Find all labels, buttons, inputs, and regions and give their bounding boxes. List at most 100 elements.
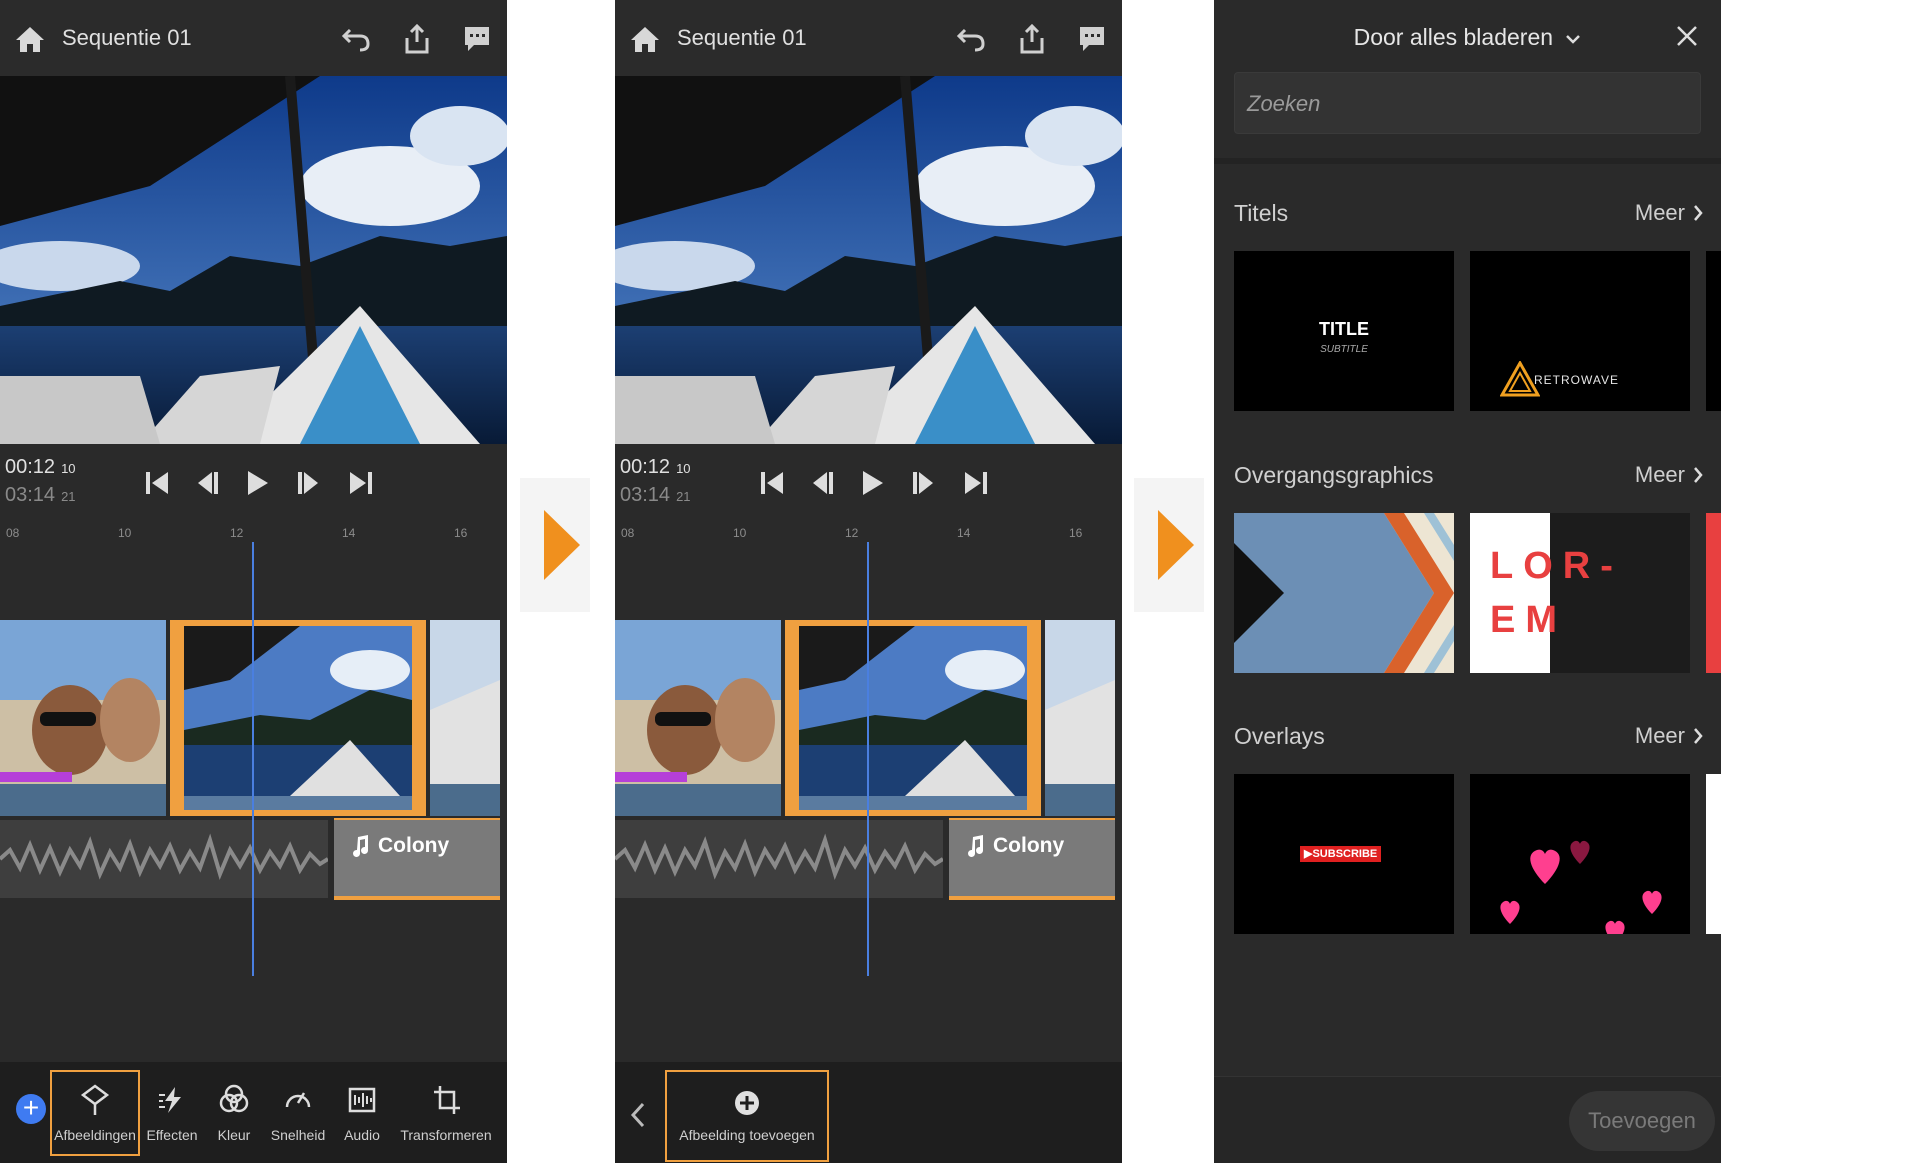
- thumb-lorem-line2: EM: [1490, 599, 1567, 641]
- more-link-overlays[interactable]: Meer: [1635, 723, 1703, 749]
- skip-end-icon[interactable]: [344, 466, 378, 500]
- sequence-title: Sequentie 01: [62, 25, 192, 50]
- tool-color[interactable]: Kleur: [208, 1070, 260, 1156]
- skip-start-icon[interactable]: [755, 466, 789, 500]
- skip-end-icon[interactable]: [959, 466, 993, 500]
- step-forward-icon[interactable]: [907, 466, 941, 500]
- music-title: Colony: [993, 834, 1065, 857]
- music-clip[interactable]: Colony: [949, 818, 1115, 900]
- total-time: 03:14: [620, 484, 671, 506]
- thumb-transition-chevron[interactable]: [1234, 513, 1454, 673]
- tool-images[interactable]: Afbeeldingen: [50, 1070, 140, 1156]
- subscribe-badge: ▶SUBSCRIBE: [1300, 846, 1382, 862]
- browse-dropdown[interactable]: Door alles bladeren: [1214, 24, 1721, 51]
- thumb-overlay-subscribe[interactable]: ▶SUBSCRIBE: [1234, 774, 1454, 934]
- total-frame: 21: [61, 489, 76, 504]
- music-note-icon: [353, 835, 369, 857]
- add-media-button[interactable]: +: [16, 1094, 46, 1124]
- video-clip-next[interactable]: [430, 620, 500, 816]
- undo-icon[interactable]: [340, 22, 374, 56]
- section-title-transitions: Overgangsgraphics: [1234, 462, 1434, 488]
- video-clip-next[interactable]: [1045, 620, 1115, 816]
- browse-panel: Door alles bladeren Zoeken Titels Meer T…: [1214, 0, 1721, 1163]
- tool-transform[interactable]: Transformeren: [396, 1070, 496, 1156]
- home-icon[interactable]: [629, 24, 661, 54]
- audio-waveform-lane[interactable]: [0, 820, 328, 898]
- back-chevron-icon[interactable]: [629, 1100, 647, 1130]
- video-clip-boat-selected[interactable]: [170, 620, 426, 816]
- total-timecode: 03:14 21: [5, 484, 76, 507]
- thumb-overlay-hearts[interactable]: [1470, 774, 1690, 934]
- total-timecode: 03:14 21: [620, 484, 691, 507]
- video-clip-boat-selected[interactable]: [785, 620, 1041, 816]
- tool-bar: Afbeelding toevoegen: [615, 1062, 1122, 1163]
- add-image-label: Afbeelding toevoegen: [679, 1127, 815, 1143]
- ruler-tick: 12: [845, 526, 859, 540]
- thumb-title-text: TITLE: [1319, 319, 1369, 339]
- ruler-tick: 14: [957, 526, 971, 540]
- close-icon[interactable]: [1673, 22, 1701, 50]
- step-forward-icon[interactable]: [292, 466, 326, 500]
- top-bar: Sequentie 01: [615, 0, 1122, 76]
- feedback-icon[interactable]: [460, 22, 494, 56]
- video-clip-selfie[interactable]: [0, 620, 166, 816]
- top-bar: Sequentie 01: [0, 0, 507, 76]
- add-image-button[interactable]: Afbeelding toevoegen: [665, 1070, 829, 1162]
- images-icon: [80, 1084, 110, 1115]
- thumb-retrowave-text: RETROWAVE: [1534, 373, 1620, 387]
- audio-waveform-lane[interactable]: [615, 820, 943, 898]
- share-icon[interactable]: [400, 22, 434, 56]
- chevron-right-icon: [1694, 467, 1703, 483]
- add-button[interactable]: Toevoegen: [1569, 1091, 1715, 1151]
- sequence-title: Sequentie 01: [677, 25, 807, 50]
- play-icon[interactable]: [855, 466, 889, 500]
- share-icon[interactable]: [1015, 22, 1049, 56]
- skip-start-icon[interactable]: [140, 466, 174, 500]
- step-arrow-icon: [520, 478, 590, 612]
- total-frame: 21: [676, 489, 691, 504]
- thumb-overlay-partial[interactable]: [1706, 774, 1721, 934]
- ruler-tick: 16: [1069, 526, 1083, 540]
- search-input[interactable]: Zoeken: [1234, 72, 1701, 134]
- video-preview[interactable]: [0, 76, 507, 444]
- thumb-title-basic[interactable]: TITLE SUBTITLE: [1234, 251, 1454, 411]
- step-back-icon[interactable]: [190, 466, 224, 500]
- more-label: Meer: [1634, 200, 1685, 225]
- total-time: 03:14: [5, 484, 56, 506]
- play-icon[interactable]: [240, 466, 274, 500]
- chevron-down-icon: [1566, 35, 1581, 44]
- ruler-tick: 08: [6, 526, 20, 540]
- ruler-tick: 08: [621, 526, 635, 540]
- more-label: Meer: [1634, 462, 1685, 487]
- video-clip-selfie[interactable]: [615, 620, 781, 816]
- hearts-icon: [1500, 840, 1662, 934]
- tool-speed[interactable]: Snelheid: [266, 1070, 330, 1156]
- editor-screen-1: Sequentie 01 00:12 10 03:14 21 08 10 12 …: [0, 0, 507, 1163]
- feedback-icon[interactable]: [1075, 22, 1109, 56]
- current-frame: 10: [61, 461, 76, 476]
- thumb-title-retrowave[interactable]: RETROWAVE: [1470, 251, 1690, 411]
- panel-title: Door alles bladeren: [1353, 24, 1554, 50]
- thumb-title-partial[interactable]: [1706, 251, 1721, 411]
- undo-icon[interactable]: [955, 22, 989, 56]
- thumb-lorem-line1: LOR-: [1490, 545, 1623, 587]
- playhead[interactable]: [867, 542, 869, 976]
- music-note-icon: [968, 835, 984, 857]
- tool-label: Transformeren: [400, 1127, 492, 1143]
- panel-header: Door alles bladeren: [1214, 0, 1721, 78]
- playhead[interactable]: [252, 542, 254, 976]
- home-icon[interactable]: [14, 24, 46, 54]
- more-link-titles[interactable]: Meer: [1635, 200, 1703, 226]
- thumb-transition-partial[interactable]: [1706, 513, 1721, 673]
- more-link-transitions[interactable]: Meer: [1635, 462, 1703, 488]
- thumb-transition-lorem[interactable]: LOR- EM: [1470, 513, 1690, 673]
- step-back-icon[interactable]: [805, 466, 839, 500]
- tool-label: Audio: [344, 1127, 380, 1143]
- music-clip[interactable]: Colony: [334, 818, 500, 900]
- plus-circle-icon: [735, 1091, 759, 1115]
- tool-audio[interactable]: Audio: [336, 1070, 388, 1156]
- current-time: 00:12: [5, 456, 56, 478]
- tool-effects[interactable]: Effecten: [142, 1070, 202, 1156]
- video-preview[interactable]: [615, 76, 1122, 444]
- transport-controls: [140, 466, 380, 500]
